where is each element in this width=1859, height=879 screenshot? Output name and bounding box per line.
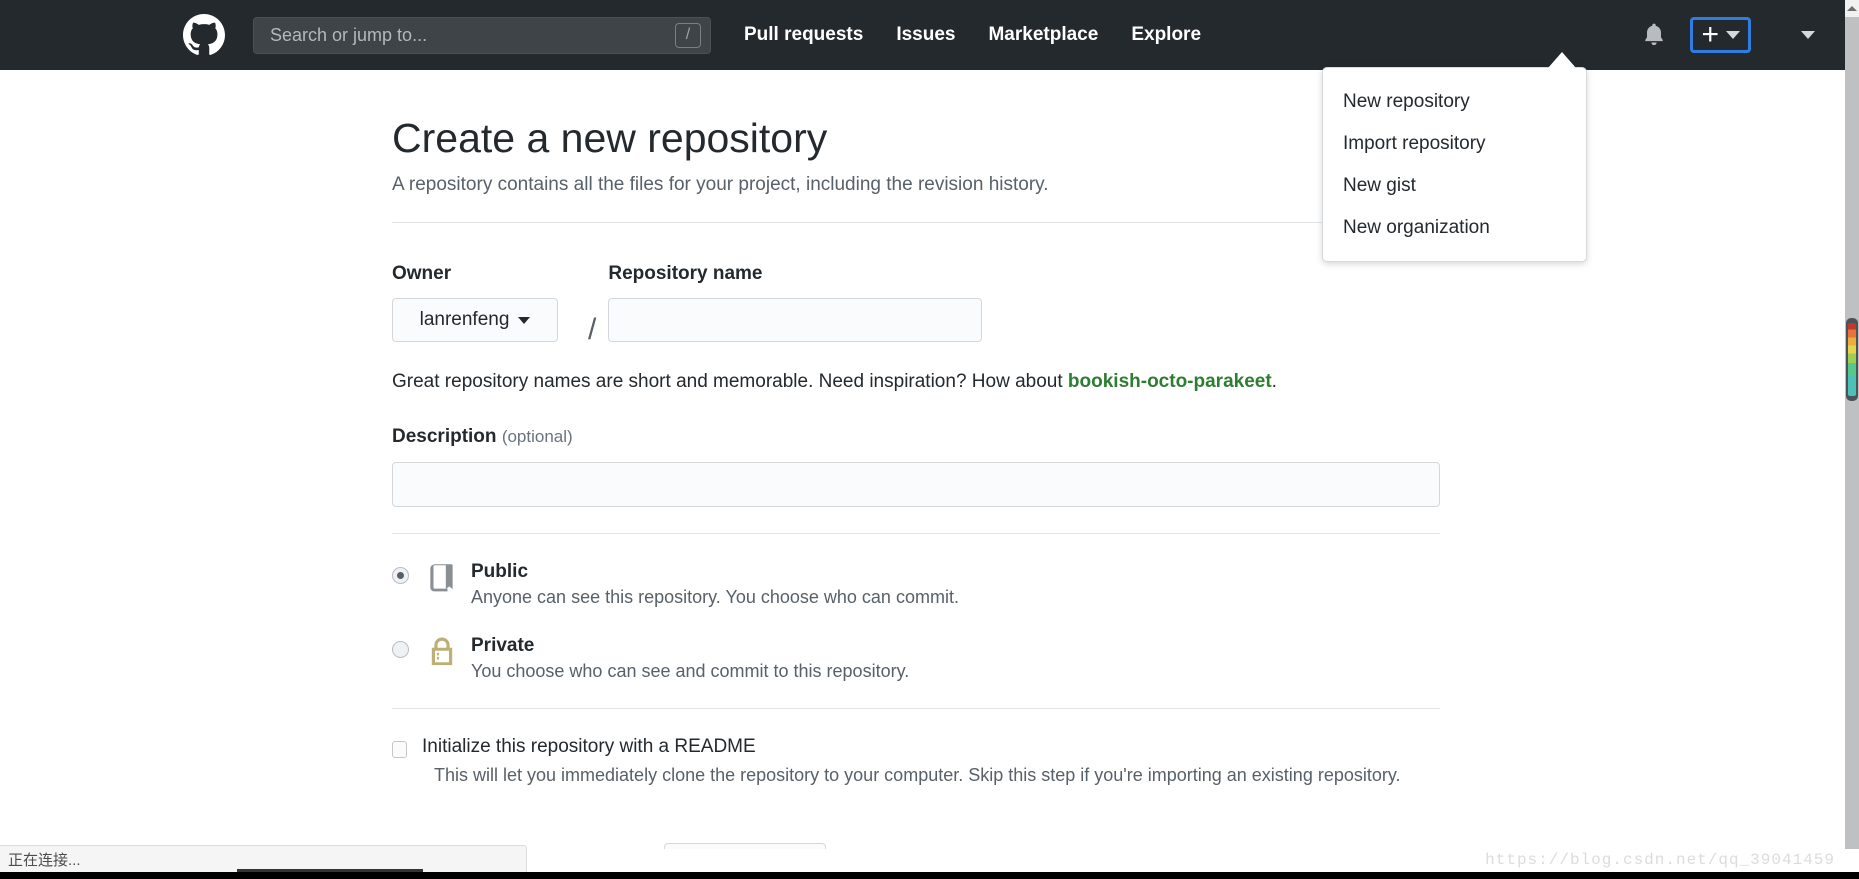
page-scrollbar[interactable] bbox=[1845, 0, 1859, 849]
nav-link-pull-requests[interactable]: Pull requests bbox=[744, 24, 863, 46]
gitignore-select-partial[interactable] bbox=[664, 843, 826, 849]
bell-icon[interactable] bbox=[1640, 20, 1668, 50]
repo-book-icon bbox=[425, 561, 463, 595]
new-repository-form: Create a new repository A repository con… bbox=[392, 70, 1440, 786]
visibility-option-public[interactable]: Public Anyone can see this repository. Y… bbox=[392, 561, 1440, 608]
owner-label: Owner bbox=[392, 263, 452, 284]
chevron-down-icon bbox=[518, 316, 531, 324]
scrollbar-up-button[interactable] bbox=[1845, 0, 1859, 17]
owner-select-button[interactable]: lanrenfeng bbox=[392, 298, 558, 342]
create-new-button[interactable]: + bbox=[1690, 17, 1751, 53]
visibility-option-private[interactable]: Private You choose who can see and commi… bbox=[392, 635, 1440, 682]
screen-bottom-edge bbox=[0, 872, 1859, 879]
menu-item-new-gist[interactable]: New gist bbox=[1323, 165, 1586, 207]
description-label: Description (optional) bbox=[392, 426, 1440, 448]
primary-nav: Pull requests Issues Marketplace Explore bbox=[744, 24, 1201, 46]
description-field: Description (optional) bbox=[392, 426, 1440, 507]
divider bbox=[392, 533, 1440, 534]
repository-name-input[interactable] bbox=[608, 298, 983, 342]
visibility-private-text: Private You choose who can see and commi… bbox=[471, 635, 909, 682]
github-mark-icon[interactable] bbox=[183, 14, 225, 56]
scrollbar-thumb-gradient bbox=[1848, 323, 1856, 396]
owner-name-separator: / bbox=[588, 313, 597, 346]
watermark: https://blog.csdn.net/qq_39041459 bbox=[1485, 851, 1835, 869]
hint-prefix: Great repository names are short and mem… bbox=[392, 371, 1068, 392]
suggested-name-link[interactable]: bookish-octo-parakeet bbox=[1068, 371, 1272, 392]
repository-name-label: Repository name bbox=[608, 263, 763, 284]
page-subtitle: A repository contains all the files for … bbox=[392, 174, 1049, 195]
search-input[interactable] bbox=[268, 23, 675, 47]
search-shortcut-badge: / bbox=[675, 22, 701, 48]
visibility-private-title[interactable]: Private bbox=[471, 635, 909, 657]
repository-name-field: Repository name bbox=[608, 263, 1440, 342]
divider bbox=[392, 222, 1440, 223]
owner-selected-value: lanrenfeng bbox=[419, 309, 510, 330]
search-box[interactable]: / bbox=[253, 16, 711, 54]
menu-item-new-repository[interactable]: New repository bbox=[1323, 81, 1586, 123]
menu-item-new-organization[interactable]: New organization bbox=[1323, 207, 1586, 249]
account-menu-button[interactable] bbox=[1801, 31, 1815, 39]
hint-suffix: . bbox=[1271, 371, 1277, 392]
description-label-text: Description bbox=[392, 426, 497, 447]
visibility-private-description: You choose who can see and commit to thi… bbox=[471, 661, 910, 681]
radio-public[interactable] bbox=[392, 567, 409, 584]
divider bbox=[392, 708, 1440, 709]
visibility-public-description: Anyone can see this repository. You choo… bbox=[471, 587, 959, 607]
initialize-readme-option[interactable]: Initialize this repository with a README… bbox=[392, 736, 1440, 786]
owner-field: Owner lanrenfeng bbox=[392, 263, 588, 342]
radio-private[interactable] bbox=[392, 641, 409, 658]
initialize-readme-description: This will let you immediately clone the … bbox=[434, 765, 1401, 785]
repository-name-hint: Great repository names are short and mem… bbox=[392, 371, 1440, 393]
visibility-public-title[interactable]: Public bbox=[471, 561, 959, 583]
owner-and-name-row: Owner lanrenfeng / Repository name bbox=[392, 263, 1440, 347]
dropdown-arrow-pointer bbox=[1548, 52, 1576, 68]
triangle-up-icon bbox=[1847, 6, 1857, 11]
description-optional-note: (optional) bbox=[501, 427, 573, 446]
nav-link-issues[interactable]: Issues bbox=[896, 24, 955, 46]
initialize-readme-text: Initialize this repository with a README… bbox=[422, 736, 1401, 786]
scrollbar-thumb[interactable] bbox=[1846, 318, 1858, 401]
description-input[interactable] bbox=[392, 462, 1440, 507]
initialize-readme-label[interactable]: Initialize this repository with a README bbox=[422, 736, 1401, 758]
nav-link-marketplace[interactable]: Marketplace bbox=[988, 24, 1098, 46]
checkbox-initialize-readme[interactable] bbox=[392, 741, 407, 758]
nav-link-explore[interactable]: Explore bbox=[1131, 24, 1201, 46]
create-new-dropdown-menu: New repository Import repository New gis… bbox=[1322, 67, 1587, 262]
chevron-down-icon bbox=[1726, 31, 1740, 39]
plus-icon: + bbox=[1701, 18, 1719, 51]
visibility-public-text: Public Anyone can see this repository. Y… bbox=[471, 561, 959, 608]
menu-item-import-repository[interactable]: Import repository bbox=[1323, 123, 1586, 165]
status-text: 正在连接... bbox=[8, 852, 81, 869]
page-title: Create a new repository bbox=[392, 115, 828, 161]
lock-icon bbox=[425, 635, 463, 669]
header-right-group: + bbox=[1640, 0, 1845, 70]
chevron-down-icon bbox=[1801, 31, 1815, 39]
